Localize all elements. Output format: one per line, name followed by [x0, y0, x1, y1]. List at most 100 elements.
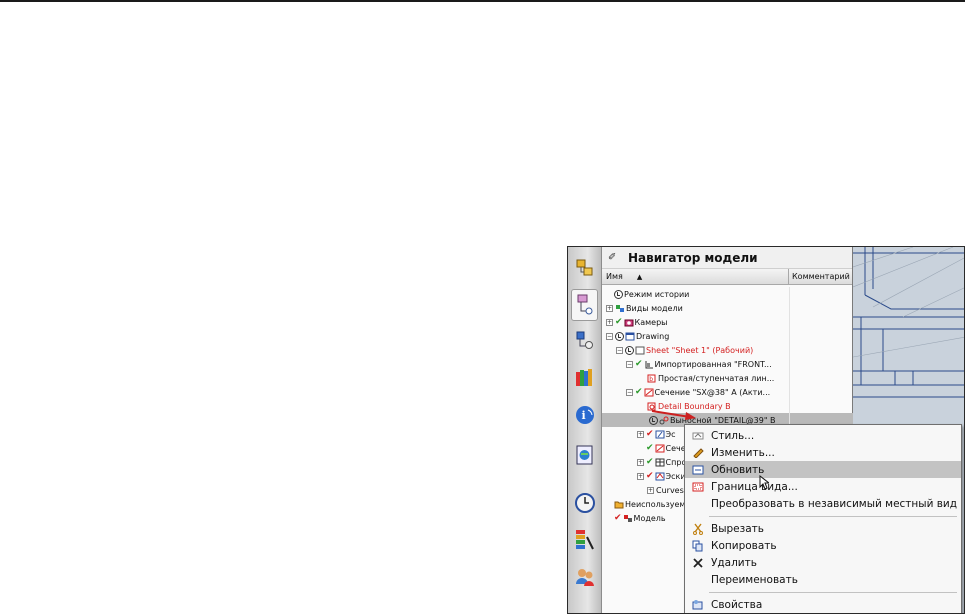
- tree-row-label: Эс: [665, 429, 676, 439]
- expand-icon[interactable]: +: [606, 318, 613, 326]
- tree-row-label: Режим истории: [624, 289, 690, 299]
- tree-row-label: Сечение "SX@38" А (Акти...: [654, 387, 771, 397]
- sort-ascending-icon: ▲: [636, 272, 643, 281]
- resource-bar: i: [568, 247, 602, 613]
- expand-icon[interactable]: +: [637, 472, 644, 480]
- collapse-icon[interactable]: −: [616, 346, 623, 354]
- hd3d-tools-icon[interactable]: i: [571, 399, 598, 431]
- column-header-row: Имя ▲ Комментарий: [602, 269, 852, 285]
- tree-row[interactable]: Detail Boundary B: [602, 399, 853, 413]
- delete-icon: [689, 554, 707, 571]
- assembly-navigator-icon[interactable]: [571, 253, 598, 285]
- menu-item-style[interactable]: Стиль...: [685, 427, 961, 444]
- svg-text:b: b: [649, 376, 653, 383]
- menu-item-label: Стиль...: [711, 429, 755, 442]
- part-navigator-icon[interactable]: [571, 289, 598, 321]
- column-name-header[interactable]: Имя ▲: [602, 269, 789, 284]
- update-icon: [689, 461, 707, 478]
- folder-icon: [614, 501, 624, 508]
- red-arrow-callout: [651, 410, 696, 420]
- tree-row-label: Импортированная "FRONT...: [654, 359, 772, 369]
- tree-row-label: Простая/ступенчатая лин...: [658, 373, 775, 383]
- sheet-icon: [635, 346, 645, 354]
- tree-row-label: Sheet "Sheet 1" (Рабочий): [646, 345, 754, 355]
- menu-item-label: Копировать: [711, 539, 777, 552]
- menu-item-rename[interactable]: Переименовать: [685, 571, 961, 588]
- menu-item-label: Обновить: [711, 463, 765, 476]
- imported-view-icon: [645, 360, 653, 368]
- tree-row-label: Неиспользуем: [625, 499, 686, 509]
- drawing-icon: [625, 332, 635, 340]
- tree-row-label: Drawing: [636, 331, 670, 341]
- check-icon: ✔: [635, 359, 643, 369]
- sketch-icon: [655, 472, 665, 480]
- menu-item-cut[interactable]: Вырезать: [685, 520, 961, 537]
- model-icon: [623, 514, 632, 522]
- column-name-label: Имя: [606, 272, 623, 281]
- tree-row[interactable]: + ✔ Камеры: [602, 315, 853, 329]
- tree-row[interactable]: − Sheet "Sheet 1" (Рабочий): [602, 343, 853, 357]
- tree-row[interactable]: + Виды модели: [602, 301, 853, 315]
- tree-row[interactable]: Режим истории: [602, 287, 853, 301]
- tree-row-label: Сече: [665, 443, 686, 453]
- tree-row[interactable]: − ✔ Импортированная "FRONT...: [602, 357, 853, 371]
- tree-row-label: Модель: [633, 513, 666, 523]
- top-rule: [0, 0, 965, 2]
- menu-separator: [709, 516, 957, 517]
- menu-item-icon-spacer: [689, 571, 707, 588]
- menu-item-label: Граница вида...: [711, 480, 798, 493]
- collapse-icon[interactable]: −: [626, 388, 633, 396]
- mouse-cursor-icon: [759, 475, 769, 490]
- copy-icon: [689, 537, 707, 554]
- tree-row[interactable]: − Drawing: [602, 329, 853, 343]
- tree-row-label: Виды модели: [626, 303, 683, 313]
- expand-icon[interactable]: +: [647, 486, 654, 494]
- check-icon: ✔: [646, 471, 654, 481]
- menu-item-copy[interactable]: Копировать: [685, 537, 961, 554]
- edit-icon: [689, 444, 707, 461]
- menu-item-delete[interactable]: Удалить: [685, 554, 961, 571]
- tree-row-label: Камеры: [634, 317, 668, 327]
- context-menu: Стиль... Изменить... Обновить Граница ви…: [684, 424, 962, 613]
- screenshot-frame: i ✐ Навигатор модели Имя ▲ Комментарий Р…: [567, 246, 965, 614]
- menu-item-label: Удалить: [711, 556, 757, 569]
- menu-item-update[interactable]: Обновить: [685, 461, 961, 478]
- check-icon: ✔: [635, 387, 643, 397]
- expand-icon[interactable]: +: [637, 430, 644, 438]
- cut-icon: [689, 520, 707, 537]
- tree-row[interactable]: b Простая/ступенчатая лин...: [602, 371, 853, 385]
- check-icon: ✔: [615, 317, 623, 327]
- properties-icon: [689, 596, 707, 613]
- check-icon: ✔: [646, 443, 654, 453]
- column-comment-label: Комментарий: [792, 272, 850, 281]
- menu-item-convert-local-view[interactable]: Преобразовать в независимый местный вид: [685, 495, 961, 512]
- section-view-icon: [655, 444, 665, 452]
- web-browser-icon[interactable]: [571, 439, 598, 471]
- history-icon[interactable]: [571, 487, 598, 519]
- tree-row[interactable]: − ✔ Сечение "SX@38" А (Акти...: [602, 385, 853, 399]
- section-view-icon: [644, 388, 654, 396]
- menu-item-edit[interactable]: Изменить...: [685, 444, 961, 461]
- expand-icon[interactable]: +: [637, 458, 644, 466]
- navigator-title: Навигатор модели: [628, 250, 758, 265]
- check-icon: ✔: [646, 457, 654, 467]
- menu-item-label: Преобразовать в независимый местный вид: [711, 497, 958, 510]
- collapse-icon[interactable]: −: [626, 360, 633, 368]
- check-icon: ✔: [646, 429, 654, 439]
- reuse-library-icon[interactable]: [571, 361, 598, 393]
- section-line-icon: b: [647, 374, 656, 383]
- constraint-navigator-icon[interactable]: [571, 325, 598, 357]
- process-studio-icon[interactable]: [571, 523, 598, 555]
- menu-item-icon-spacer: [689, 495, 707, 512]
- camera-icon: [624, 319, 634, 326]
- roles-icon[interactable]: [571, 561, 598, 593]
- menu-item-label: Переименовать: [711, 573, 798, 586]
- navigator-header: ✐ Навигатор модели: [602, 247, 852, 269]
- pin-icon[interactable]: ✐: [608, 252, 622, 263]
- menu-item-view-boundary[interactable]: Граница вида...: [685, 478, 961, 495]
- collapse-icon[interactable]: −: [606, 332, 613, 340]
- menu-item-properties[interactable]: Свойства: [685, 596, 961, 613]
- column-comment-header[interactable]: Комментарий: [789, 269, 852, 284]
- view-boundary-icon: [689, 478, 707, 495]
- expand-icon[interactable]: +: [606, 304, 613, 312]
